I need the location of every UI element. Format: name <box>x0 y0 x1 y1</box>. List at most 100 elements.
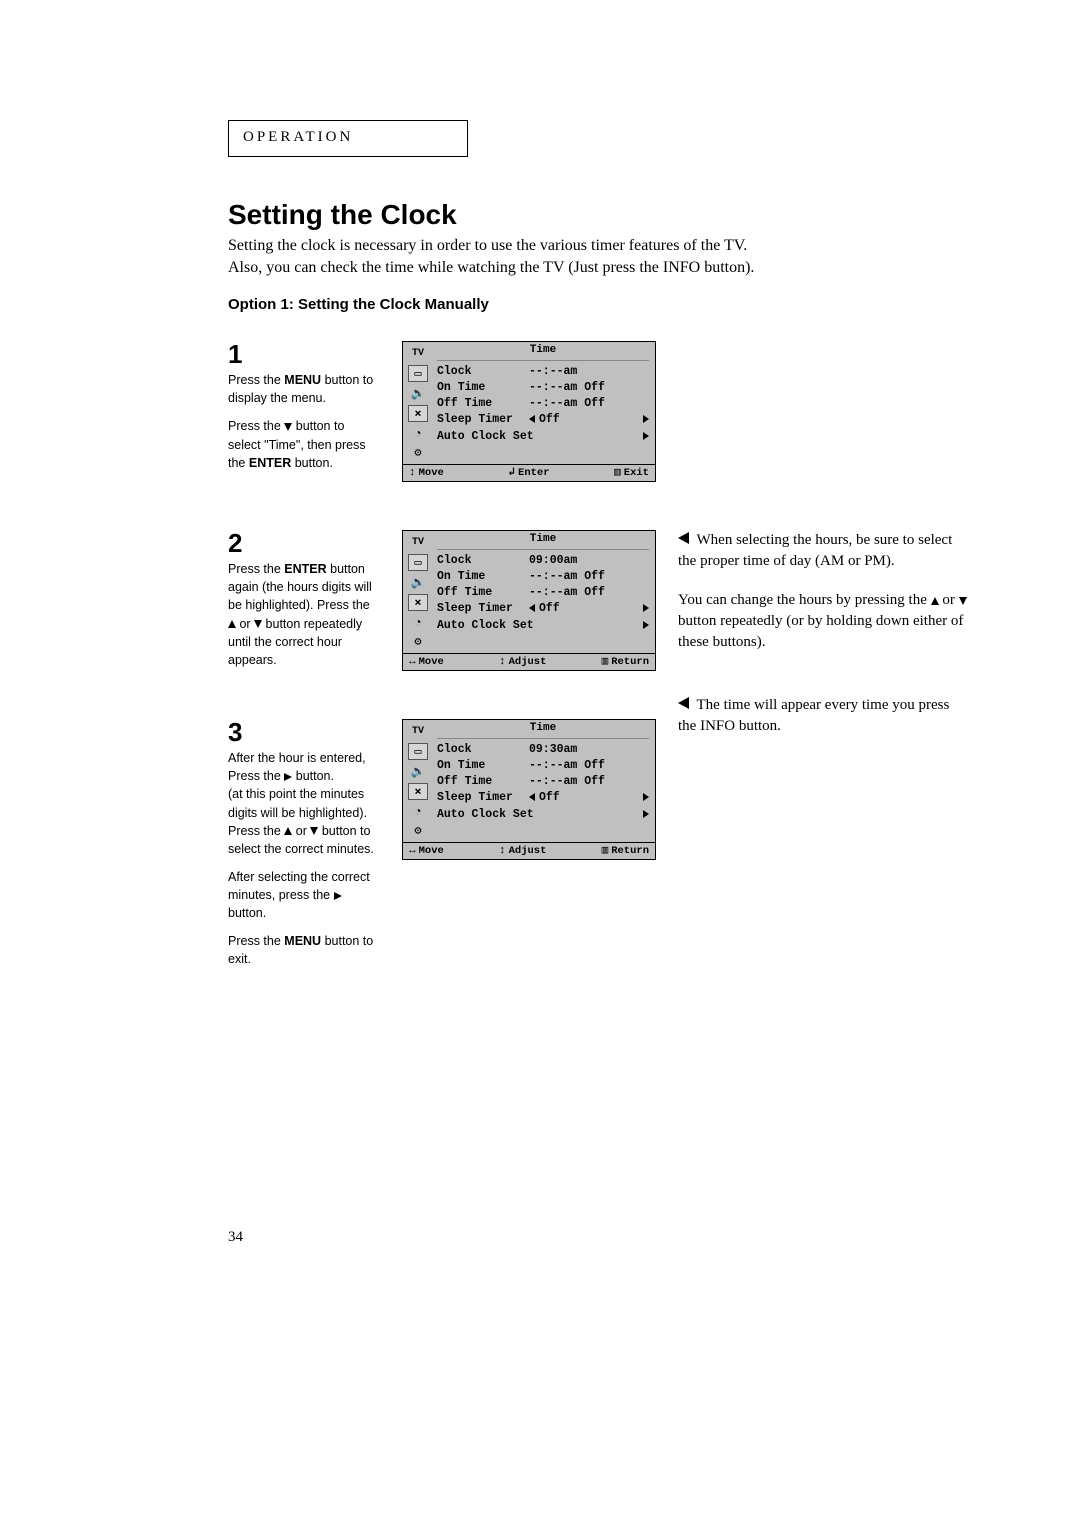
step-1-p2c: button. <box>291 456 333 470</box>
right-arrow-icon <box>643 621 649 629</box>
step-3-p3a: Press the <box>228 934 284 948</box>
osd-footer-return: Return <box>611 656 649 668</box>
osd-icon-column: TV ▭ 🔈 ⨯ ◔ ⚙ <box>403 720 433 842</box>
note-2b-b: or <box>939 592 959 608</box>
osd-screen-3: TV ▭ 🔈 ⨯ ◔ ⚙ Time Clock09:30am On Time--… <box>402 719 656 860</box>
note-3: The time will appear every time you pres… <box>678 697 949 734</box>
step-1: 1 Press the MENU button to display the m… <box>228 341 1000 482</box>
picture-icon: ▭ <box>408 743 428 760</box>
step-3-text: 3 After the hour is entered, Press the b… <box>228 719 378 968</box>
right-arrow-icon <box>643 793 649 801</box>
step-2: 2 Press the ENTER button again (the hour… <box>228 530 1000 671</box>
osd-ontime-value: --:--am Off <box>529 758 649 774</box>
osd-screen-2: TV ▭ 🔈 ⨯ ◔ ⚙ Time Clock09:00am On Time--… <box>402 530 656 671</box>
channel-icon: ⨯ <box>408 405 428 422</box>
osd-tv-label: TV <box>412 535 424 550</box>
menu-label: MENU <box>284 373 321 387</box>
up-arrow-icon <box>228 620 236 628</box>
page-number: 34 <box>228 1229 1000 1246</box>
right-arrow-icon <box>643 810 649 818</box>
setup-icon: ⚙ <box>409 634 427 649</box>
down-arrow-icon <box>959 597 967 605</box>
osd-row-clock: Clock <box>437 553 529 569</box>
time-icon: ◔ <box>409 804 427 819</box>
sound-icon: 🔈 <box>409 764 427 779</box>
osd-clock-value-3: 09:30am <box>529 742 649 758</box>
option-heading: Option 1: Setting the Clock Manually <box>228 296 1000 313</box>
section-label: OPERATION <box>243 129 353 145</box>
left-arrow-icon <box>529 793 535 801</box>
return-icon: ▥ <box>602 657 609 668</box>
intro-line-2: Also, you can check the time while watch… <box>228 259 754 276</box>
right-arrow-icon <box>643 432 649 440</box>
osd-clock-value-1: --:--am <box>529 364 649 380</box>
osd-row-auto: Auto Clock Set <box>437 429 639 445</box>
step-1-text: 1 Press the MENU button to display the m… <box>228 341 378 472</box>
return-icon: ▥ <box>602 846 609 857</box>
osd-footer-return: Return <box>611 845 649 857</box>
updown-icon: ↕ <box>409 468 416 479</box>
step-3-p2b: button. <box>228 906 266 920</box>
osd-footer-move: Move <box>419 467 444 479</box>
enter-icon: ↲ <box>508 468 515 479</box>
left-arrow-icon <box>529 604 535 612</box>
step-2-p1c: or <box>236 617 254 631</box>
intro-text: Setting the clock is necessary in order … <box>228 235 928 278</box>
note-2b-c: button repeatedly (or by holding down ei… <box>678 613 963 650</box>
osd-row-offtime: Off Time <box>437 585 529 601</box>
osd-title: Time <box>437 722 649 736</box>
osd-footer-enter: Enter <box>518 467 550 479</box>
osd-row-ontime: On Time <box>437 758 529 774</box>
osd-sleep-value: Off <box>539 602 560 615</box>
time-icon: ◔ <box>409 615 427 630</box>
osd-icon-column: TV ▭ 🔈 ⨯ ◔ ⚙ <box>403 531 433 653</box>
osd-row-sleep: Sleep Timer <box>437 412 529 428</box>
leftright-icon: ↔ <box>409 657 416 668</box>
osd-footer-3: ↔Move ↕Adjust ▥Return <box>403 842 655 859</box>
page-title: Setting the Clock <box>228 199 1000 231</box>
left-arrow-icon <box>529 415 535 423</box>
step-1-number: 1 <box>228 341 378 367</box>
menu-label: MENU <box>284 934 321 948</box>
osd-row-ontime: On Time <box>437 569 529 585</box>
osd-footer-move: Move <box>419 845 444 857</box>
up-arrow-icon <box>931 597 939 605</box>
osd-row-auto: Auto Clock Set <box>437 618 639 634</box>
osd-row-ontime: On Time <box>437 380 529 396</box>
down-arrow-icon <box>254 620 262 628</box>
osd-offtime-value: --:--am Off <box>529 774 649 790</box>
osd-icon-column: TV ▭ 🔈 ⨯ ◔ ⚙ <box>403 342 433 464</box>
updown-icon: ↕ <box>499 657 506 668</box>
osd-row-sleep: Sleep Timer <box>437 790 529 806</box>
left-pointer-icon <box>678 532 689 544</box>
osd-tv-label: TV <box>412 724 424 739</box>
intro-line-1: Setting the clock is necessary in order … <box>228 237 747 254</box>
left-pointer-icon <box>678 697 689 709</box>
note-2b-a: You can change the hours by pressing the <box>678 592 931 608</box>
setup-icon: ⚙ <box>409 823 427 838</box>
osd-clock-value-2: 09:00am <box>529 553 649 569</box>
right-arrow-icon <box>334 892 342 900</box>
step-3-p2a: After selecting the correct minutes, pre… <box>228 870 370 902</box>
osd-title: Time <box>437 344 649 358</box>
section-label-box: OPERATION <box>228 120 468 157</box>
osd-footer-exit: Exit <box>624 467 649 479</box>
osd-row-offtime: Off Time <box>437 396 529 412</box>
osd-title: Time <box>437 533 649 547</box>
picture-icon: ▭ <box>408 365 428 382</box>
enter-label: ENTER <box>249 456 291 470</box>
osd-offtime-value: --:--am Off <box>529 396 649 412</box>
note-2a: When selecting the hours, be sure to sel… <box>678 532 952 569</box>
time-icon: ◔ <box>409 426 427 441</box>
osd-row-offtime: Off Time <box>437 774 529 790</box>
osd-footer-move: Move <box>419 656 444 668</box>
osd-footer-adjust: Adjust <box>509 656 547 668</box>
step-1-p1a: Press the <box>228 373 284 387</box>
osd-sleep-value: Off <box>539 413 560 426</box>
right-arrow-icon <box>643 604 649 612</box>
exit-icon: ▥ <box>614 468 621 479</box>
channel-icon: ⨯ <box>408 783 428 800</box>
step-3: 3 After the hour is entered, Press the b… <box>228 719 1000 968</box>
osd-tv-label: TV <box>412 346 424 361</box>
step-2-text: 2 Press the ENTER button again (the hour… <box>228 530 378 669</box>
